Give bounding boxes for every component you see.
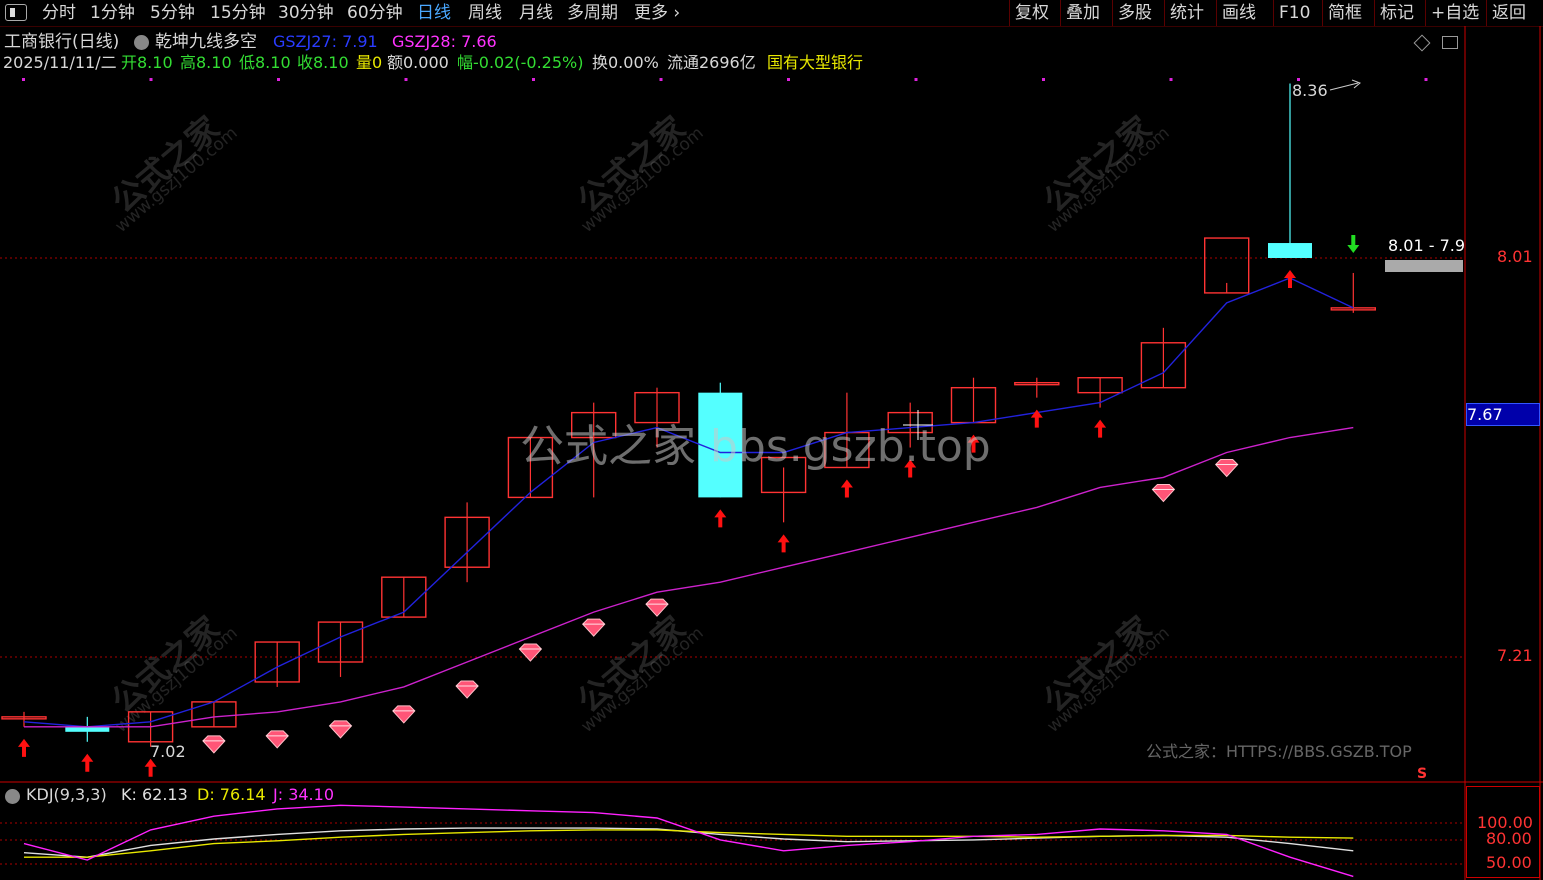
marker-dot bbox=[277, 78, 280, 81]
range-label: 8.01 - 7.9 bbox=[1388, 236, 1466, 255]
marker-dot bbox=[659, 78, 663, 81]
gem-icon bbox=[455, 680, 479, 699]
gem-icon bbox=[1151, 483, 1176, 503]
marker-dot bbox=[149, 78, 153, 81]
marker-dot bbox=[1424, 78, 1428, 81]
low-price-label: 7.02 bbox=[150, 742, 186, 761]
buy-arrow-icon bbox=[81, 753, 94, 772]
gem-icon bbox=[1215, 459, 1239, 478]
kdj-title: KDJ(9,3,3) bbox=[26, 785, 107, 804]
candle-body-down bbox=[1268, 243, 1312, 258]
candle-body-down bbox=[65, 726, 110, 732]
gem-icon bbox=[202, 735, 226, 754]
kdj-d-value: D: 76.14 bbox=[197, 785, 266, 804]
center-watermark: 公式之家 bbs.gszb.top bbox=[520, 421, 991, 472]
current-price-tag-label: 7.67 bbox=[1467, 405, 1503, 424]
gem-icon bbox=[582, 618, 606, 637]
range-bar bbox=[1385, 260, 1463, 272]
gem-icon bbox=[518, 643, 543, 662]
high-arrow bbox=[1329, 82, 1359, 91]
high-price-label: 8.36 bbox=[1292, 81, 1328, 100]
gem-icon bbox=[392, 705, 416, 724]
kdj-d-line bbox=[24, 829, 1354, 858]
footer-url: 公式之家：HTTPS://BBS.GSZB.TOP bbox=[1146, 742, 1412, 761]
buy-arrow-icon bbox=[1094, 419, 1107, 438]
marker-dot bbox=[914, 78, 918, 81]
buy-arrow-icon bbox=[840, 479, 853, 498]
current-price-tag: 7.67 bbox=[1466, 403, 1540, 426]
sell-arrow-icon bbox=[1347, 234, 1360, 253]
buy-arrow-icon bbox=[18, 738, 30, 757]
gem-icon bbox=[265, 730, 289, 749]
kdj-tick-80: 80.00 bbox=[1486, 829, 1532, 848]
marker-dot bbox=[404, 78, 408, 81]
kdj-j-line bbox=[23, 804, 1354, 878]
gem-icon bbox=[645, 598, 669, 617]
ma-blue-line bbox=[23, 277, 1354, 728]
axis-tick-lower: 7.21 bbox=[1497, 646, 1533, 665]
buy-arrow-icon bbox=[777, 534, 790, 553]
kdj-k-value: K: 62.13 bbox=[121, 785, 188, 804]
kdj-tick-50: 50.00 bbox=[1486, 853, 1532, 872]
marker-dot bbox=[787, 78, 790, 81]
gem-icon bbox=[328, 720, 353, 739]
marker-dot bbox=[532, 78, 535, 81]
kdj-settings-icon[interactable] bbox=[5, 789, 20, 804]
marker-dot bbox=[1042, 78, 1045, 81]
marker-dot bbox=[1169, 78, 1173, 81]
s-marker: S bbox=[1417, 766, 1428, 782]
kdj-j-value: J: 34.10 bbox=[273, 785, 334, 804]
buy-arrow-icon bbox=[714, 509, 727, 528]
axis-tick-upper: 8.01 bbox=[1497, 247, 1533, 266]
marker-dot bbox=[22, 78, 25, 81]
